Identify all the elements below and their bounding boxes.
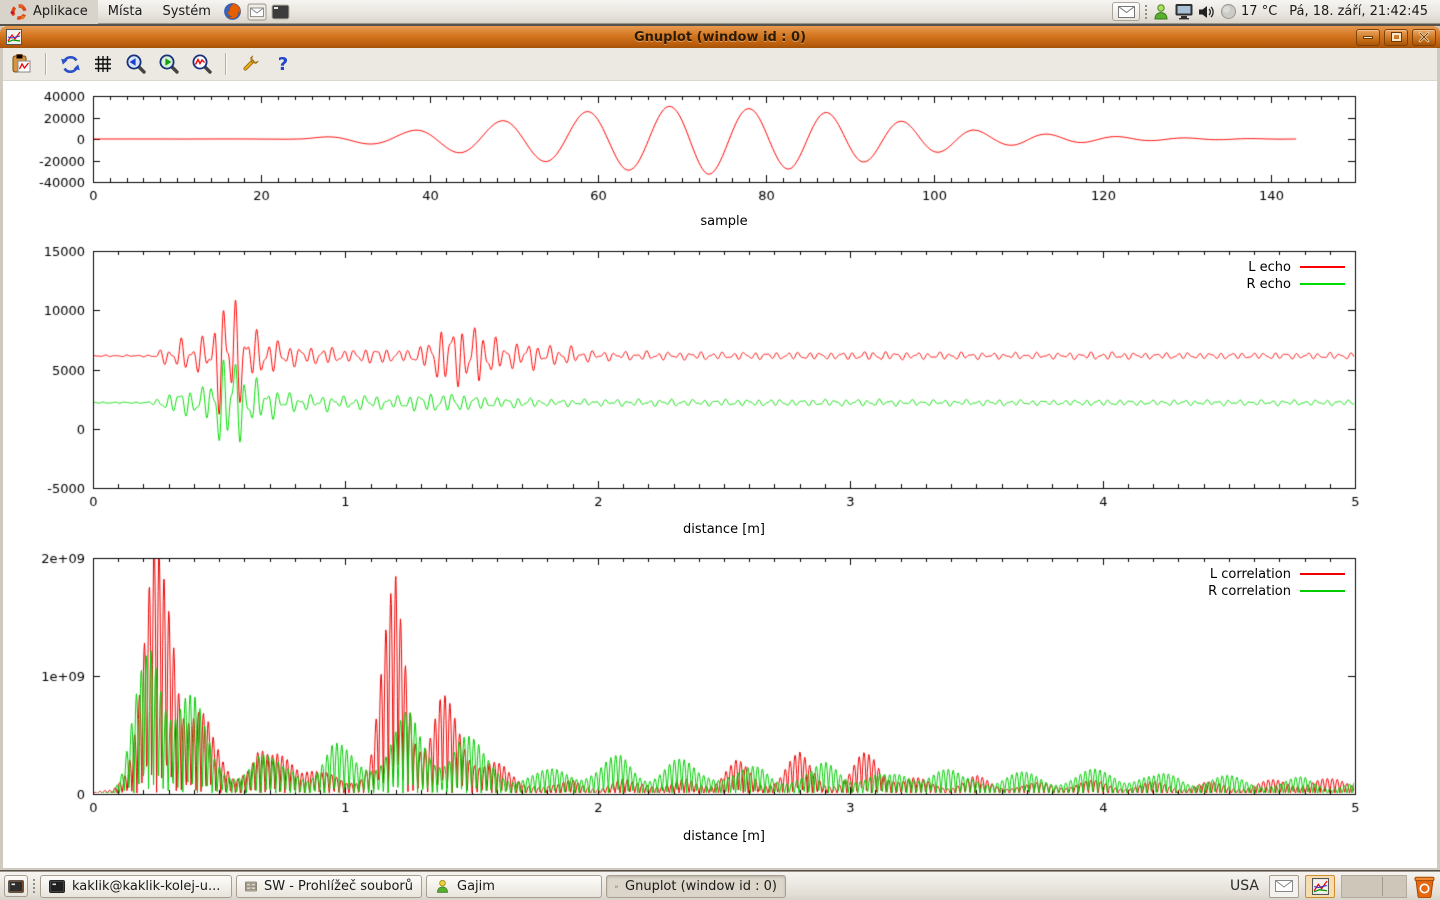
clock-label[interactable]: Pá, 18. září, 21:42:45 xyxy=(1283,4,1434,19)
window-list-tray xyxy=(1341,875,1407,898)
menu-places-label: Místa xyxy=(108,4,143,19)
refresh-icon xyxy=(60,54,81,75)
task-file-manager[interactable]: SW - Prohlížeč souborů xyxy=(236,875,422,898)
legend-label: R correlation xyxy=(1208,584,1291,599)
mail-icon xyxy=(247,3,267,21)
keyboard-layout-indicator[interactable]: USA xyxy=(1226,878,1263,894)
taskbar: kaklik@kaklik-kolej-u... SW - Prohlížeč … xyxy=(0,871,1440,900)
file-manager-icon xyxy=(245,880,257,893)
help-button[interactable]: ? xyxy=(270,51,296,77)
export-button[interactable] xyxy=(9,51,35,77)
grid-icon xyxy=(93,54,113,74)
trash-icon[interactable] xyxy=(1413,874,1436,898)
refresh-button[interactable] xyxy=(57,51,83,77)
legend-label: R echo xyxy=(1246,277,1291,292)
task-gajim[interactable]: Gajim xyxy=(426,875,602,898)
menu-system[interactable]: Systém xyxy=(152,0,220,24)
legend-label: L echo xyxy=(1248,260,1291,275)
terminal-icon xyxy=(271,4,290,20)
grid-button[interactable] xyxy=(90,51,116,77)
panel-status-area: 17 °C Pá, 18. září, 21:42:45 xyxy=(1112,2,1440,21)
window-title: Gnuplot (window id : 0) xyxy=(0,30,1440,45)
taskbar-right-area: USA xyxy=(1226,874,1436,898)
zoom-previous-button[interactable] xyxy=(123,51,149,77)
menu-system-label: Systém xyxy=(162,4,210,19)
tray-separator xyxy=(1382,877,1383,896)
legend-line-red xyxy=(1300,266,1345,268)
chart1-xlabel: sample xyxy=(700,214,747,229)
chart2-xlabel: distance [m] xyxy=(683,522,765,537)
menu-applications[interactable]: Aplikace xyxy=(0,0,98,24)
temperature-label[interactable]: 17 °C xyxy=(1241,4,1279,19)
gnome-top-panel: Aplikace Místa Systém xyxy=(0,0,1440,24)
zoom-previous-icon xyxy=(125,53,147,75)
close-button[interactable] xyxy=(1412,29,1436,46)
gnuplot-toolbar: ? xyxy=(3,48,1437,81)
configure-button[interactable] xyxy=(237,51,263,77)
legend-r-correlation: R correlation xyxy=(1208,583,1345,599)
gnuplot-icon xyxy=(1312,878,1329,895)
maximize-button[interactable] xyxy=(1384,29,1408,46)
terminal-launcher[interactable] xyxy=(269,0,293,24)
tasklist-handle[interactable] xyxy=(32,878,36,894)
minimize-button[interactable] xyxy=(1356,29,1380,46)
menu-applications-label: Aplikace xyxy=(33,4,88,19)
legend-l-echo: L echo xyxy=(1248,259,1345,275)
help-icon: ? xyxy=(278,54,288,75)
legend-line-red xyxy=(1300,573,1345,575)
legend-line-green xyxy=(1300,590,1345,592)
toolbar-separator xyxy=(225,53,227,75)
wrench-icon xyxy=(239,53,261,75)
gajim-icon xyxy=(435,879,450,894)
terminal-icon xyxy=(8,880,24,893)
gajim-status-icon[interactable] xyxy=(1152,3,1170,21)
show-desktop-button[interactable] xyxy=(4,875,28,897)
ubuntu-logo-icon xyxy=(10,3,28,21)
display-icon[interactable] xyxy=(1174,3,1194,20)
tray-handle[interactable] xyxy=(1144,4,1148,20)
firefox-icon xyxy=(223,2,242,21)
volume-icon[interactable] xyxy=(1198,4,1216,20)
task-label: Gnuplot (window id : 0) xyxy=(625,879,777,894)
minimize-icon xyxy=(1363,36,1373,39)
close-icon xyxy=(1418,31,1430,43)
firefox-launcher[interactable] xyxy=(221,0,245,24)
legend-l-correlation: L correlation xyxy=(1210,566,1345,582)
task-label: Gajim xyxy=(457,879,495,894)
export-icon xyxy=(11,53,33,75)
task-gnuplot[interactable]: Gnuplot (window id : 0) xyxy=(606,875,786,898)
task-terminal[interactable]: kaklik@kaklik-kolej-u... xyxy=(40,875,232,898)
plot-area: sample distance [m] distance [m] L echo … xyxy=(3,81,1437,868)
mail-tray-button[interactable] xyxy=(1269,875,1299,898)
envelope-icon xyxy=(1118,6,1135,18)
chart3-xlabel: distance [m] xyxy=(683,829,765,844)
menu-places[interactable]: Místa xyxy=(98,0,153,24)
task-label: kaklik@kaklik-kolej-u... xyxy=(72,879,220,894)
envelope-icon xyxy=(1275,880,1293,892)
legend-label: L correlation xyxy=(1210,567,1291,582)
toolbar-separator xyxy=(45,53,47,75)
weather-icon[interactable] xyxy=(1220,3,1237,20)
maximize-icon xyxy=(1392,33,1401,41)
legend-r-echo: R echo xyxy=(1246,276,1345,292)
legend-line-green xyxy=(1300,283,1345,285)
titlebar[interactable]: Gnuplot (window id : 0) xyxy=(0,26,1440,48)
mail-launcher[interactable] xyxy=(245,0,269,24)
task-label: SW - Prohlížeč souborů xyxy=(264,879,413,894)
charts-canvas[interactable] xyxy=(3,81,1437,868)
gnuplot-window: Gnuplot (window id : 0) xyxy=(0,26,1440,870)
zoom-reset-button[interactable] xyxy=(189,51,215,77)
window-selector-gnuplot[interactable] xyxy=(1305,875,1335,898)
mail-notification-button[interactable] xyxy=(1112,2,1140,21)
terminal-icon xyxy=(49,880,65,893)
gnuplot-icon xyxy=(615,879,618,894)
zoom-reset-icon xyxy=(191,53,213,75)
zoom-next-button[interactable] xyxy=(156,51,182,77)
zoom-next-icon xyxy=(158,53,180,75)
